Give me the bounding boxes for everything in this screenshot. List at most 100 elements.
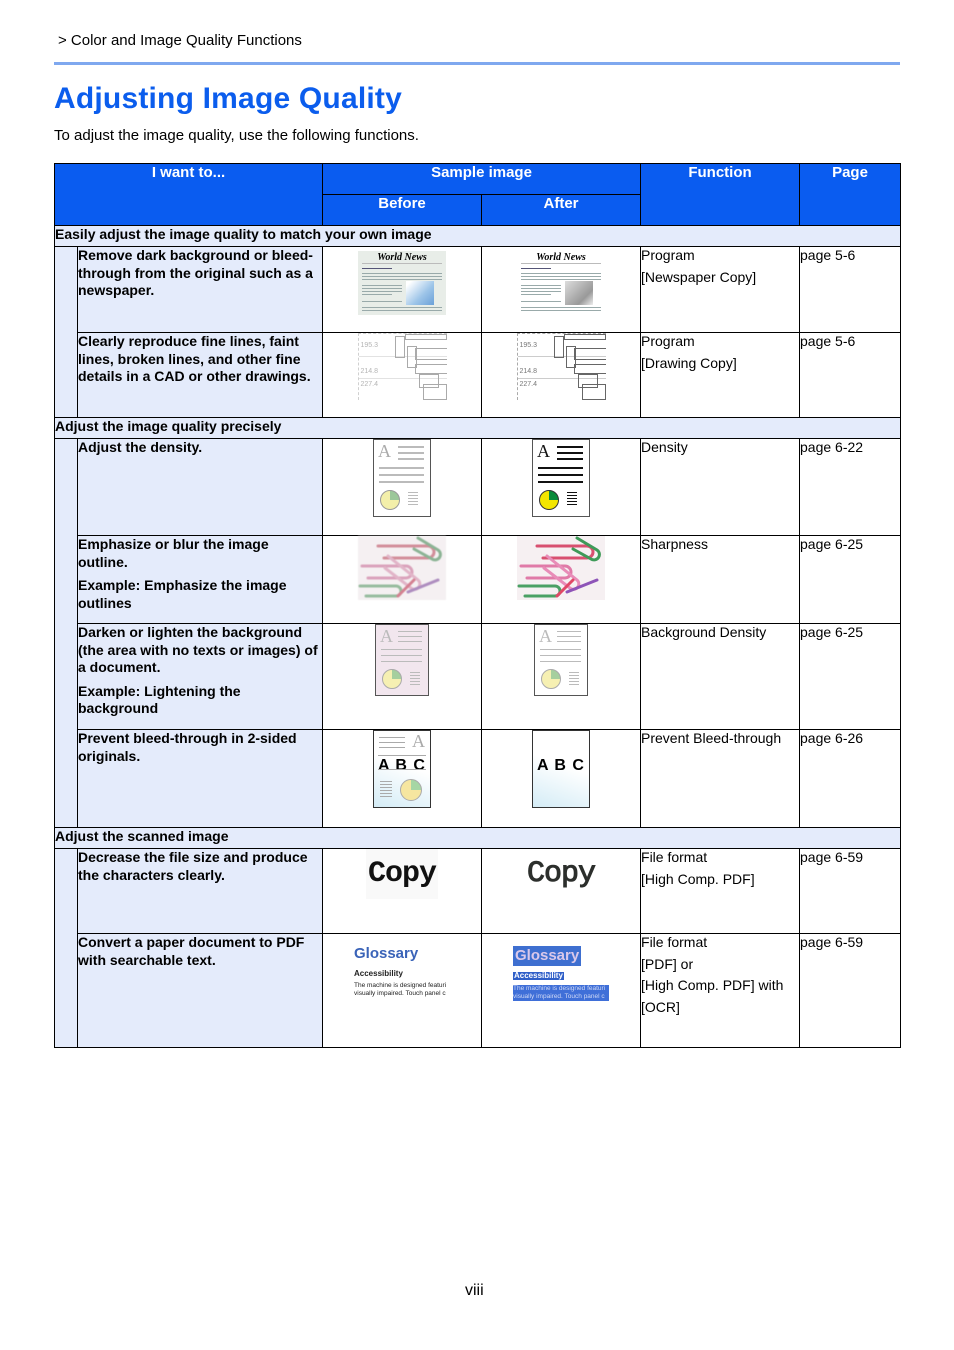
table-row: Remove dark background or bleed-through … [54, 246, 902, 418]
cad-before-image: 195.3 214.8 227.4 [357, 333, 447, 400]
background-after-image: A [534, 624, 588, 696]
sample-after: Copy [480, 848, 642, 934]
function-text[interactable]: Background Density [641, 624, 799, 642]
page-ref[interactable]: page 6-26 [799, 729, 902, 828]
function-setting[interactable]: [OCR] [641, 999, 799, 1017]
page-ref[interactable]: page 6-25 [799, 623, 902, 730]
want-cell: Clearly reproduce fine lines, faint line… [77, 332, 323, 418]
glossary-body: The machine is designed featuri [354, 982, 447, 989]
newspaper-headline: World News [362, 252, 442, 264]
function-cell: File format [PDF] or [High Comp. PDF] wi… [640, 933, 801, 1048]
page-ref[interactable]: page 6-59 [799, 933, 902, 1048]
function-cell: File format [High Comp. PDF] [640, 848, 801, 934]
indent-cell [54, 246, 78, 418]
table-row: Convert a paper document to PDF with sea… [55, 933, 902, 1048]
want-example: Example: Lightening the background [78, 682, 241, 717]
want-cell: Emphasize or blur the image outline. Exa… [77, 535, 323, 624]
function-cell: Prevent Bleed-through [640, 729, 801, 828]
glossary-heading: Glossary [513, 946, 582, 966]
bleed-through-after-image: A B C [532, 730, 590, 808]
sample-after: A [480, 623, 642, 730]
function-text: Program [641, 247, 695, 263]
sample-before: Copy [322, 848, 482, 934]
page-ref[interactable]: page 6-25 [799, 535, 902, 624]
header-sample-image: Sample image [321, 163, 642, 195]
function-setting[interactable]: [Drawing Copy] [641, 355, 799, 373]
header-before: Before [322, 194, 482, 226]
background-before-image: A [375, 624, 429, 696]
want-text: Remove dark background or bleed-through … [78, 247, 313, 298]
want-cell: Remove dark background or bleed-through … [77, 246, 323, 333]
want-text: Decrease the file size and produce the c… [78, 849, 308, 883]
want-text: Prevent bleed-through in 2-sided origina… [78, 730, 297, 764]
glossary-heading: Glossary [354, 945, 419, 962]
glossary-body: visually impaired. Touch panel c [354, 990, 446, 997]
table-row: Clearly reproduce fine lines, faint line… [55, 332, 902, 418]
copy-before-image: Copy [365, 849, 438, 899]
want-text: Adjust the density. [78, 439, 203, 455]
function-setting[interactable]: [Newspaper Copy] [641, 269, 799, 287]
page-ref[interactable]: page 6-59 [799, 848, 902, 934]
indent-cell [54, 848, 78, 1048]
want-cell: Adjust the density. [77, 438, 323, 536]
function-text[interactable]: Prevent Bleed-through [641, 730, 799, 748]
sample-after: A [480, 438, 642, 536]
indent-cell [54, 438, 78, 828]
newspaper-before-image: World News [358, 251, 446, 315]
function-setting[interactable]: [High Comp. PDF] [641, 871, 799, 889]
sample-before: A A B C [322, 729, 482, 828]
want-text: Convert a paper document to PDF with sea… [78, 934, 305, 968]
density-before-image: A [373, 439, 431, 517]
section-title: Adjust the image quality precisely [53, 417, 902, 439]
intro-text: To adjust the image quality, use the fol… [54, 127, 419, 144]
sample-after: Glossary Accessibility The machine is de… [480, 933, 642, 1048]
want-text: Emphasize or blur the image outline. [78, 536, 269, 570]
density-after-image: A [532, 439, 590, 517]
function-setting[interactable]: [High Comp. PDF] with [641, 977, 799, 995]
glossary-subheading: Accessibility [354, 969, 403, 978]
cad-label: 195.3 [519, 342, 538, 349]
cad-label: 214.8 [519, 368, 538, 375]
header-function: Function [640, 163, 801, 226]
paper-clips-before-image [358, 536, 446, 600]
sample-before: A [322, 438, 482, 536]
header-rule [54, 62, 900, 65]
table-row: Decrease the file size and produce the c… [54, 848, 902, 1048]
header-page: Page [799, 163, 902, 226]
header-want: I want to... [54, 163, 323, 226]
cad-label: 227.4 [360, 381, 379, 388]
breadcrumb[interactable]: > Color and Image Quality Functions [58, 32, 302, 49]
cad-label: 227.4 [519, 381, 538, 388]
want-cell: Decrease the file size and produce the c… [77, 848, 323, 934]
page-ref[interactable]: page 5-6 [799, 246, 902, 333]
function-setting[interactable]: [PDF] or [641, 956, 799, 974]
want-cell: Convert a paper document to PDF with sea… [77, 933, 323, 1048]
sample-before: Glossary Accessibility The machine is de… [322, 933, 482, 1048]
function-text[interactable]: Density [641, 439, 799, 457]
abc-text: A B C [537, 757, 585, 774]
bleed-through-before-image: A A B C [373, 730, 431, 808]
page-ref[interactable]: page 6-22 [799, 438, 902, 536]
sample-before: A [322, 623, 482, 730]
function-cell: Background Density [640, 623, 801, 730]
image-quality-table: I want to... Sample image Function Page … [53, 163, 902, 1048]
want-text: Clearly reproduce fine lines, faint line… [78, 333, 311, 384]
want-text: Darken or lighten the background (the ar… [78, 624, 318, 675]
cad-after-image: 195.3 214.8 227.4 [516, 333, 606, 400]
section-title: Easily adjust the image quality to match… [53, 225, 902, 247]
want-cell: Darken or lighten the background (the ar… [77, 623, 323, 730]
glossary-body: The machine is designed featuri [513, 985, 609, 993]
cad-label: 214.8 [360, 368, 379, 375]
cad-label: 195.3 [360, 342, 379, 349]
table-row: Prevent bleed-through in 2-sided origina… [55, 729, 902, 828]
page-ref[interactable]: page 5-6 [799, 332, 902, 418]
table-row: Adjust the density. A A Density page 6-2… [54, 438, 902, 828]
section-title: Adjust the scanned image [53, 827, 902, 849]
function-text: File format [641, 934, 708, 950]
newspaper-headline: World News [521, 252, 601, 264]
want-example: Example: Emphasize the image outlines [78, 577, 287, 611]
function-cell: Sharpness [640, 535, 801, 624]
glossary-body: visually impaired. Touch panel c [513, 993, 609, 1001]
function-text[interactable]: Sharpness [641, 536, 799, 554]
page-title: Adjusting Image Quality [54, 82, 402, 115]
